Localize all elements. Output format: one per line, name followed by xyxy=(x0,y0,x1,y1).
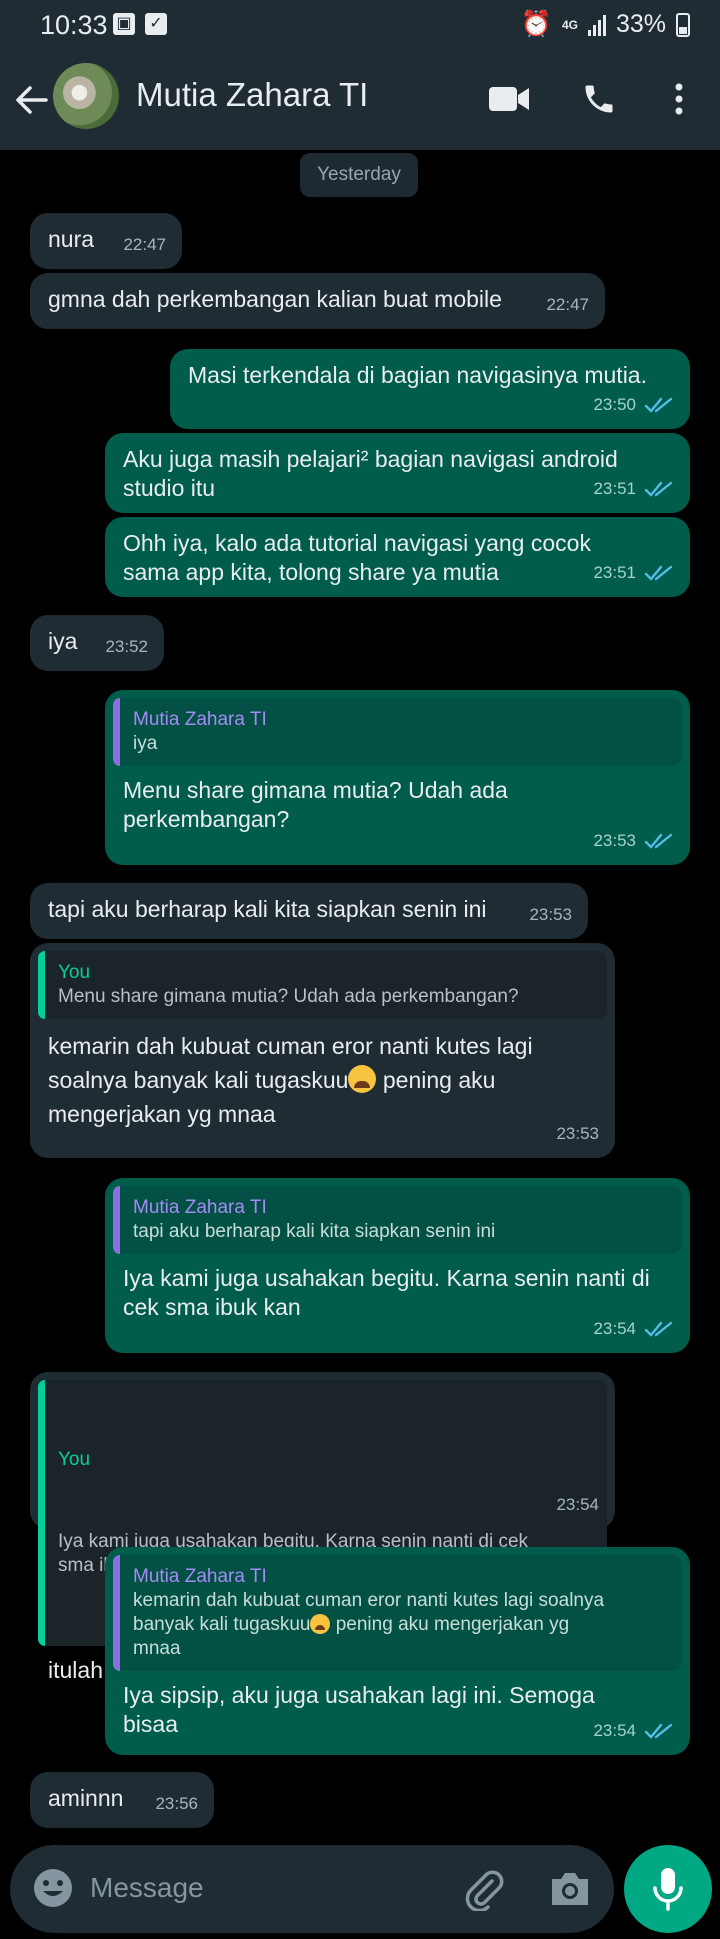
composer: Message xyxy=(0,1839,720,1939)
read-ticks-icon xyxy=(644,833,673,849)
status-bar: 10:33 ▣ ✓ ⏰ 4G 33% xyxy=(0,0,720,52)
message-bubble[interactable]: iya 23:52 xyxy=(30,615,164,671)
quoted-message[interactable]: Mutia Zahara TI iya xyxy=(113,698,682,766)
message-bubble[interactable]: Mutia Zahara TI iya Menu share gimana mu… xyxy=(105,690,690,865)
emoji-icon[interactable] xyxy=(32,1867,74,1909)
message-bubble[interactable]: Masi terkendala di bagian navigasinya mu… xyxy=(170,349,690,429)
message-time: 23:53 xyxy=(593,826,674,855)
message-time: 23:54 xyxy=(593,1716,674,1745)
message-bubble[interactable]: You Menu share gimana mutia? Udah ada pe… xyxy=(30,943,615,1158)
read-ticks-icon xyxy=(644,1321,673,1337)
message-text: Ohh iya, kalo ada tutorial navigasi yang… xyxy=(123,530,591,585)
message-bubble[interactable]: Mutia Zahara TI kemarin dah kubuat cuman… xyxy=(105,1547,690,1755)
quote-author: You xyxy=(58,962,91,983)
battery-icon xyxy=(676,12,690,37)
battery-percent: 33% xyxy=(615,10,666,38)
message-time: 23:53 xyxy=(529,905,572,924)
quote-author: Mutia Zahara TI xyxy=(133,709,267,730)
quote-text: iya xyxy=(133,733,158,754)
status-right: ⏰ 4G 33% xyxy=(521,10,690,39)
quote-text: kemarin dah kubuat cuman eror nanti kute… xyxy=(133,1590,605,1659)
message-bubble[interactable]: Ohh iya, kalo ada tutorial navigasi yang… xyxy=(105,517,690,597)
check-notification-icon: ✓ xyxy=(145,13,167,35)
message-bubble[interactable]: Aku juga masih pelajari² bagian navigasi… xyxy=(105,433,690,513)
message-time: 23:51 xyxy=(593,474,674,503)
message-text: Masi terkendala di bagian navigasinya mu… xyxy=(188,362,647,388)
message-bubble[interactable]: nura 22:47 xyxy=(30,213,182,269)
message-time: 22:47 xyxy=(546,295,589,314)
quote-author: You xyxy=(58,1449,91,1470)
message-placeholder: Message xyxy=(90,1872,204,1903)
network-type: 4G xyxy=(561,17,578,32)
message-text: Aku juga masih pelajari² bagian navigasi… xyxy=(123,446,618,501)
message-bubble[interactable]: Mutia Zahara TI tapi aku berharap kali k… xyxy=(105,1178,690,1353)
message-time: 23:51 xyxy=(593,558,674,587)
crying-emoji-icon xyxy=(348,1065,377,1093)
message-bubble[interactable]: You Iya kami juga usahakan begitu. Karna… xyxy=(30,1372,615,1683)
quoted-message[interactable]: You Menu share gimana mutia? Udah ada pe… xyxy=(38,951,607,1019)
message-time: 23:56 xyxy=(155,1794,198,1813)
message-time: 23:54 xyxy=(556,1495,599,1514)
message-time: 23:50 xyxy=(593,390,674,419)
more-vert-icon[interactable] xyxy=(652,72,706,126)
read-ticks-icon xyxy=(644,1723,673,1739)
back-arrow-icon[interactable] xyxy=(12,74,52,126)
message-text: tapi aku berharap kali kita siapkan seni… xyxy=(48,896,487,922)
mic-icon xyxy=(653,1868,683,1911)
status-time: 10:33 xyxy=(40,10,108,40)
read-ticks-icon xyxy=(644,397,673,413)
quote-text: Menu share gimana mutia? Udah ada perkem… xyxy=(58,986,519,1007)
message-text: gmna dah perkembangan kalian buat mobile xyxy=(48,286,502,312)
message-bubble[interactable]: aminnn 23:56 xyxy=(30,1772,214,1828)
read-ticks-icon xyxy=(644,481,673,497)
alarm-icon: ⏰ xyxy=(520,10,552,38)
quoted-message[interactable]: Mutia Zahara TI tapi aku berharap kali k… xyxy=(113,1186,682,1254)
quote-author: Mutia Zahara TI xyxy=(133,1566,267,1587)
message-text: kemarin dah kubuat cuman eror nanti kute… xyxy=(48,1033,533,1127)
attach-icon[interactable] xyxy=(462,1867,506,1913)
message-time: 23:54 xyxy=(593,1314,674,1343)
camera-icon[interactable] xyxy=(548,1869,592,1909)
message-time: 23:53 xyxy=(556,1124,599,1143)
chat-area[interactable]: Yesterday nura 22:47 gmna dah perkembang… xyxy=(0,150,720,1839)
quote-author: Mutia Zahara TI xyxy=(133,1197,267,1218)
notification-icons: ▣ ✓ xyxy=(113,13,167,35)
avatar[interactable] xyxy=(53,63,119,129)
message-bubble[interactable]: tapi aku berharap kali kita siapkan seni… xyxy=(30,883,588,939)
signal-icon xyxy=(587,14,606,36)
message-input[interactable]: Message xyxy=(10,1845,614,1933)
message-time: 23:52 xyxy=(105,637,148,656)
gallery-notification-icon: ▣ xyxy=(113,13,135,35)
quoted-message[interactable]: Mutia Zahara TI kemarin dah kubuat cuman… xyxy=(113,1555,682,1671)
crying-emoji-icon xyxy=(310,1614,331,1634)
video-call-icon[interactable] xyxy=(482,72,536,126)
message-bubble[interactable]: gmna dah perkembangan kalian buat mobile… xyxy=(30,273,605,329)
phone-icon[interactable] xyxy=(572,72,626,126)
contact-name[interactable]: Mutia Zahara TI xyxy=(136,76,368,114)
quote-text: tapi aku berharap kali kita siapkan seni… xyxy=(133,1221,496,1242)
chat-header: Mutia Zahara TI xyxy=(0,52,720,150)
mic-button[interactable] xyxy=(624,1845,712,1933)
date-chip: Yesterday xyxy=(300,153,418,197)
read-ticks-icon xyxy=(644,565,673,581)
message-time: 22:47 xyxy=(123,235,166,254)
